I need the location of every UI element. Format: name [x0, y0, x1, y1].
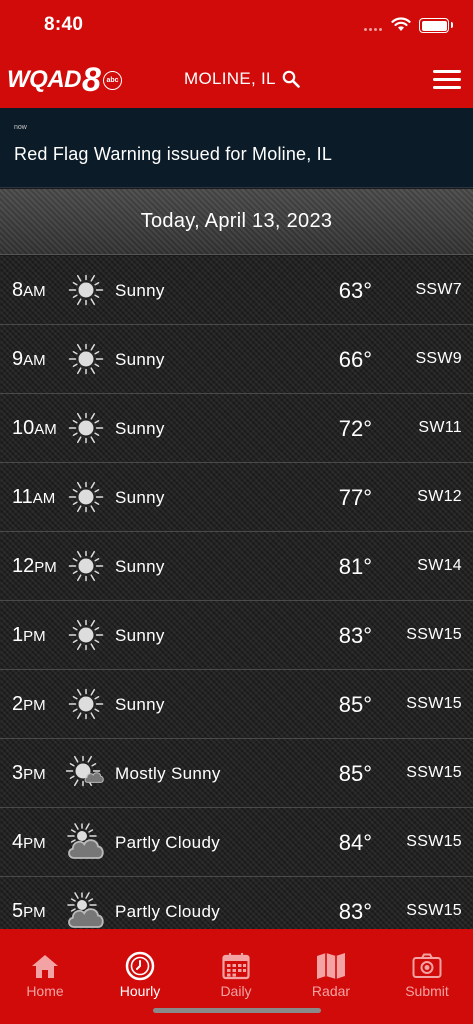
condition-label: Partly Cloudy [115, 902, 220, 921]
wifi-icon [391, 17, 411, 31]
logo-word: WQAD [7, 66, 81, 93]
alert-message: Red Flag Warning issued for Moline, IL [14, 144, 333, 164]
calendar-icon [220, 951, 252, 981]
wind-label: SSW7 [415, 281, 462, 298]
sunny-icon [66, 270, 106, 310]
hour-label: 10AM [12, 417, 57, 439]
hour-label: 9AM [12, 348, 46, 370]
hour-label: 3PM [12, 762, 46, 784]
tab-label: Hourly [119, 983, 161, 999]
hamburger-menu-icon[interactable] [433, 70, 461, 90]
wind-label: SSW9 [415, 350, 462, 367]
wind-label: SSW15 [406, 626, 462, 643]
tab-label: Submit [405, 983, 449, 999]
temperature-label: 83° [338, 623, 372, 648]
partly-cloudy-icon [66, 822, 106, 862]
hour-label: 1PM [12, 624, 46, 646]
search-icon [282, 70, 300, 88]
hourly-row[interactable]: 5PM Partly Cloudy 83° SSW15 [0, 877, 473, 929]
mostly-sunny-icon [65, 753, 106, 793]
sunny-icon [66, 546, 106, 586]
nav-bar: WQAD 8 abc MOLINE, IL [0, 52, 473, 108]
location-label: MOLINE, IL [184, 69, 276, 88]
weather-alert-banner[interactable]: now Red Flag Warning issued for Moline, … [0, 108, 473, 188]
battery-icon [419, 18, 453, 33]
hourly-row[interactable]: 12PM Sunny 81° SW14 [0, 532, 473, 601]
tab-label: Home [26, 983, 64, 999]
home-icon [29, 951, 61, 981]
sunny-icon [66, 615, 106, 655]
wind-label: SW14 [417, 557, 462, 574]
condition-label: Sunny [115, 557, 165, 576]
sunny-icon [66, 339, 106, 379]
wind-label: SW11 [418, 419, 462, 436]
hour-label: 5PM [12, 900, 46, 922]
tab-hourly[interactable]: Hourly [93, 929, 187, 1009]
clock-icon [124, 951, 156, 981]
tab-submit[interactable]: Submit [380, 929, 473, 1009]
condition-label: Sunny [115, 350, 165, 369]
partly-cloudy-icon [66, 891, 106, 929]
logo-number: 8 [81, 61, 101, 99]
temperature-label: 72° [338, 416, 372, 441]
hourly-row[interactable]: 9AM Sunny 66° SSW9 [0, 325, 473, 394]
hourly-row[interactable]: 10AM Sunny 72° SW11 [0, 394, 473, 463]
hour-label: 4PM [12, 831, 46, 853]
hourly-row[interactable]: 3PM Mostly Sunny 85° SSW15 [0, 739, 473, 808]
temperature-label: 85° [338, 761, 372, 786]
temperature-label: 81° [338, 554, 372, 579]
alert-timestamp: now [14, 124, 27, 131]
signal-icon [364, 28, 386, 32]
hour-label: 11AM [12, 486, 56, 508]
wind-label: SSW15 [406, 695, 462, 712]
temperature-label: 63° [338, 278, 372, 303]
tab-radar[interactable]: Radar [284, 929, 378, 1009]
hourly-forecast-list[interactable]: 8AM Sunny 63° SSW7 9AM Sunny 66° SSW9 10… [0, 256, 473, 929]
condition-label: Sunny [115, 488, 165, 507]
hourly-row[interactable]: 8AM Sunny 63° SSW7 [0, 256, 473, 325]
wind-label: SSW15 [406, 764, 462, 781]
network-logo: abc [103, 71, 122, 90]
temperature-label: 83° [338, 899, 372, 924]
temperature-label: 66° [338, 347, 372, 372]
home-indicator[interactable] [153, 1008, 321, 1013]
tab-daily[interactable]: Daily [189, 929, 283, 1009]
tab-home[interactable]: Home [0, 929, 92, 1009]
condition-label: Sunny [115, 419, 165, 438]
hour-label: 12PM [12, 555, 57, 577]
condition-label: Sunny [115, 695, 165, 714]
hour-label: 8AM [12, 279, 46, 301]
condition-label: Mostly Sunny [115, 764, 221, 783]
station-logo[interactable]: WQAD 8 abc [7, 61, 122, 99]
hour-label: 2PM [12, 693, 46, 715]
condition-label: Sunny [115, 281, 165, 300]
wind-label: SSW15 [406, 902, 462, 919]
status-bar: 8:40 [0, 0, 473, 52]
temperature-label: 84° [338, 830, 372, 855]
sunny-icon [66, 408, 106, 448]
wind-label: SW12 [417, 488, 462, 505]
location-selector[interactable]: MOLINE, IL [184, 69, 300, 89]
temperature-label: 77° [338, 485, 372, 510]
hourly-row[interactable]: 11AM Sunny 77° SW12 [0, 463, 473, 532]
condition-label: Partly Cloudy [115, 833, 220, 852]
status-time: 8:40 [44, 14, 84, 35]
map-icon [315, 951, 347, 981]
date-header-label: Today, April 13, 2023 [140, 210, 333, 232]
tab-label: Radar [311, 983, 351, 999]
hourly-row[interactable]: 4PM Partly Cloudy 84° SSW15 [0, 808, 473, 877]
sunny-icon [66, 684, 106, 724]
hourly-row[interactable]: 2PM Sunny 85° SSW15 [0, 670, 473, 739]
sunny-icon [66, 477, 106, 517]
date-header: Today, April 13, 2023 [0, 189, 473, 255]
hourly-row[interactable]: 1PM Sunny 83° SSW15 [0, 601, 473, 670]
wind-label: SSW15 [406, 833, 462, 850]
camera-icon [411, 951, 443, 981]
tab-label: Daily [220, 983, 252, 999]
temperature-label: 85° [338, 692, 372, 717]
condition-label: Sunny [115, 626, 165, 645]
